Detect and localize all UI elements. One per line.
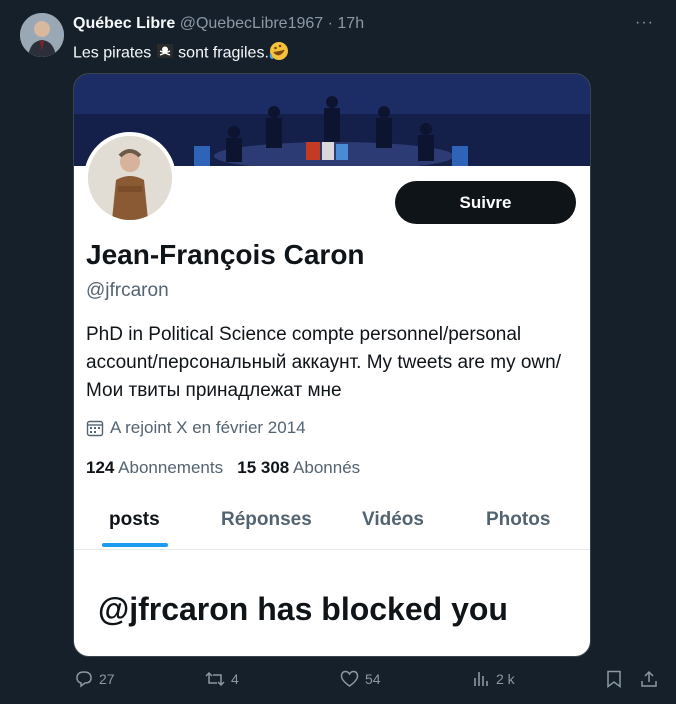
tab-videos[interactable]: Vidéos: [362, 509, 424, 531]
views-chart-icon: [474, 672, 488, 686]
like-button[interactable]: 54: [340, 668, 381, 690]
profile-tabs: posts Réponses Vidéos Photos: [74, 500, 590, 550]
rolling-laughing-emoji-icon: [269, 41, 289, 66]
author-avatar[interactable]: [20, 13, 64, 57]
repost-count: 4: [231, 671, 239, 687]
tweet-text-part-2: sont fragiles.: [178, 44, 269, 62]
separator: ·: [327, 15, 333, 32]
blocked-message: @jfrcaron has blocked you: [98, 591, 508, 627]
profile-card-image[interactable]: Suivre Jean-François Caron @jfrcaron PhD…: [73, 73, 591, 657]
author-name[interactable]: Québec Libre: [73, 15, 175, 32]
share-button[interactable]: [640, 668, 664, 690]
followers-count: 15 308: [237, 458, 290, 477]
tab-replies[interactable]: Réponses: [221, 509, 312, 531]
views-button[interactable]: 2 k: [472, 668, 515, 690]
profile-bio: PhD in Political Science compte personne…: [86, 324, 561, 401]
profile-handle: @jfrcaron: [86, 280, 169, 301]
calendar-icon: [86, 420, 104, 437]
joined-date: A rejoint X en février 2014: [86, 418, 306, 438]
reply-count: 27: [99, 671, 115, 687]
tweet-header: Québec Libre @QuebecLibre1967 · 17h: [73, 15, 364, 33]
followers-label: Abonnés: [293, 458, 361, 477]
heart-icon: [340, 670, 359, 687]
tweet-text: Les pirates sont fragiles.: [73, 41, 289, 66]
follow-button[interactable]: Suivre: [395, 181, 576, 224]
tab-posts[interactable]: posts: [109, 509, 160, 531]
joined-text: A rejoint X en février 2014: [110, 418, 306, 437]
following-count: 124: [86, 458, 115, 477]
reply-icon: [76, 671, 92, 688]
profile-avatar[interactable]: [84, 132, 176, 224]
views-count: 2 k: [496, 671, 515, 687]
bookmark-button[interactable]: [606, 668, 628, 690]
pirate-flag-icon: [156, 43, 174, 64]
repost-icon: [205, 671, 225, 687]
like-count: 54: [365, 671, 381, 687]
reply-button[interactable]: 27: [75, 668, 115, 690]
following-label: Abonnements: [118, 458, 224, 477]
follow-stats: 124 Abonnements 15 308 Abonnés: [86, 458, 360, 478]
active-tab-indicator: [102, 543, 168, 547]
following-link[interactable]: 124 Abonnements: [86, 458, 223, 477]
share-icon: [641, 670, 657, 687]
tweet-text-part-1: Les pirates: [73, 44, 152, 62]
profile-name: Jean-François Caron: [86, 239, 365, 270]
repost-button[interactable]: 4: [205, 668, 239, 690]
tab-photos[interactable]: Photos: [486, 509, 550, 531]
more-options-icon[interactable]: ···: [635, 14, 654, 32]
tweet-time[interactable]: 17h: [337, 15, 364, 32]
bookmark-icon: [607, 670, 621, 688]
author-handle[interactable]: @QuebecLibre1967: [180, 15, 323, 32]
followers-link[interactable]: 15 308 Abonnés: [237, 458, 360, 477]
